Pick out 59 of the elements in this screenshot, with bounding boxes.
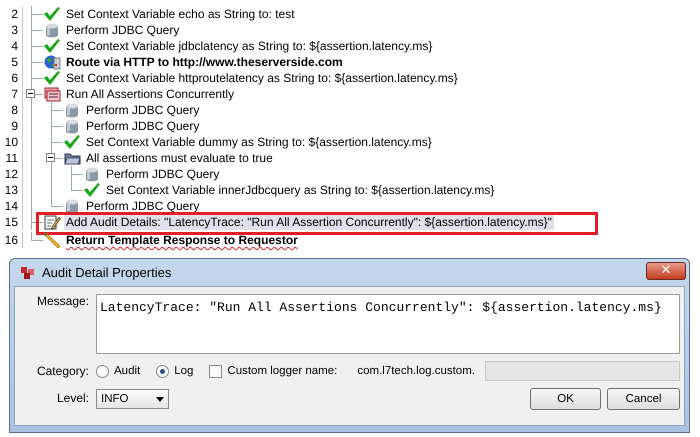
line-number: 2 bbox=[0, 6, 23, 22]
globe-icon bbox=[44, 54, 60, 70]
tree-item[interactable]: Set Context Variable dummy as String to: ${assertion.latency.ms} bbox=[84, 134, 434, 150]
line-number: 12 bbox=[0, 166, 23, 182]
tree-item[interactable]: Set Context Variable innerJdbcquery as String to: ${assertion.latency.ms} bbox=[104, 182, 496, 198]
dropdown-caret-icon bbox=[156, 396, 164, 402]
tree-item[interactable]: Add Audit Details: "LatencyTrace: "Run All Assertion Concurrently": ${assertion.latency.ms}" bbox=[64, 214, 554, 230]
tree-item[interactable]: Set Context Variable httproutelatency as String to: ${assertion.latency.ms} bbox=[64, 70, 460, 86]
line-number: 11 bbox=[0, 150, 23, 166]
line-number: 6 bbox=[0, 70, 23, 86]
stacked-forms-icon bbox=[44, 86, 60, 102]
check-icon bbox=[83, 182, 101, 198]
database-icon bbox=[65, 198, 79, 214]
line-number: 7 bbox=[0, 86, 23, 102]
pencil-icon bbox=[43, 232, 61, 248]
cubes-logo-icon bbox=[20, 266, 36, 280]
notepad-pencil-icon bbox=[44, 214, 60, 230]
line-number: 16 bbox=[0, 232, 23, 248]
tree-item[interactable]: Set Context Variable echo as String to: test bbox=[64, 6, 297, 22]
line-number: 3 bbox=[0, 22, 23, 38]
message-field[interactable]: LatencyTrace: "Run All Assertions Concurrently": ${assertion.latency.ms} bbox=[96, 294, 680, 354]
check-icon bbox=[43, 38, 61, 54]
collapse-toggle[interactable] bbox=[46, 153, 55, 162]
logger-prefix: com.l7tech.log.custom. bbox=[357, 365, 475, 377]
ok-button[interactable]: OK bbox=[530, 388, 601, 410]
line-number: 13 bbox=[0, 182, 23, 198]
radio-option[interactable]: Log bbox=[156, 364, 194, 378]
database-icon bbox=[85, 166, 99, 182]
tree-item[interactable]: Perform JDBC Query bbox=[84, 102, 202, 118]
tree-item[interactable]: Perform JDBC Query bbox=[84, 198, 202, 214]
tree-item[interactable]: Set Context Variable jdbclatency as String to: ${assertion.latency.ms} bbox=[64, 38, 434, 54]
message-label: Message: bbox=[36, 294, 89, 310]
tree-item[interactable]: All assertions must evaluate to true bbox=[84, 150, 275, 166]
tree-item[interactable]: Return Template Response to Requestor bbox=[64, 232, 300, 248]
database-icon bbox=[65, 118, 79, 134]
level-label: Level: bbox=[56, 390, 89, 407]
line-number: 14 bbox=[0, 198, 23, 214]
tree-item[interactable]: Perform JDBC Query bbox=[84, 118, 202, 134]
tree-item[interactable]: Perform JDBC Query bbox=[104, 166, 222, 182]
line-number: 15 bbox=[0, 214, 23, 230]
tree-item[interactable]: Route via HTTP to http://www.theserverside.com bbox=[64, 54, 345, 70]
line-number: 4 bbox=[0, 38, 23, 54]
collapse-toggle[interactable] bbox=[26, 89, 35, 98]
line-number: 10 bbox=[0, 134, 23, 150]
radio-option[interactable]: Audit bbox=[96, 364, 140, 378]
check-icon bbox=[43, 70, 61, 86]
line-number: 9 bbox=[0, 118, 23, 134]
line-number: 8 bbox=[0, 102, 23, 118]
database-icon bbox=[65, 102, 79, 118]
tree-item[interactable]: Run All Assertions Concurrently bbox=[64, 86, 236, 102]
tree-item[interactable]: Perform JDBC Query bbox=[64, 22, 182, 38]
level-dropdown[interactable]: INFO bbox=[96, 389, 169, 409]
cancel-button[interactable]: Cancel bbox=[607, 388, 680, 410]
category-label: Category: bbox=[36, 363, 89, 380]
check-icon bbox=[63, 134, 81, 150]
check-icon bbox=[43, 6, 61, 22]
dialog-title: Audit Detail Properties bbox=[42, 265, 172, 280]
line-number: 5 bbox=[0, 54, 23, 70]
database-icon bbox=[45, 22, 59, 38]
